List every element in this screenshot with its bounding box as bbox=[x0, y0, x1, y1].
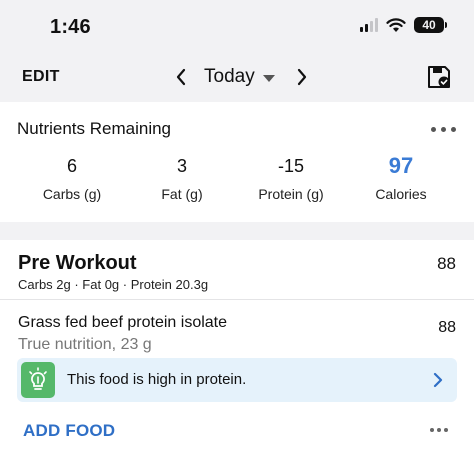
nutrient-protein: -15 Protein (g) bbox=[236, 152, 346, 202]
food-calories: 88 bbox=[438, 319, 456, 336]
meal-calories: 88 bbox=[437, 254, 456, 273]
nutrient-label: Fat (g) bbox=[161, 186, 203, 202]
date-selector[interactable]: Today bbox=[204, 66, 255, 88]
nutrient-label: Calories bbox=[375, 186, 427, 202]
nutrient-value: 6 bbox=[66, 156, 77, 176]
meal-macros: Carbs 2g · Fat 0g · Protein 20.3g bbox=[18, 277, 209, 292]
meal-title[interactable]: Pre Workout bbox=[18, 252, 137, 275]
nutrient-value: -15 bbox=[277, 156, 304, 176]
nutrient-calories: 97 Calories bbox=[346, 152, 456, 202]
nutrients-remaining-title: Nutrients Remaining bbox=[17, 119, 172, 138]
nutrient-value: 97 bbox=[388, 153, 414, 178]
food-name[interactable]: Grass fed beef protein isolate bbox=[18, 314, 227, 332]
next-day-chevron-icon[interactable] bbox=[291, 64, 313, 90]
nutrient-label: Carbs (g) bbox=[42, 186, 102, 202]
date-dropdown-icon[interactable] bbox=[262, 74, 275, 82]
divider bbox=[0, 299, 474, 300]
wifi-icon bbox=[386, 17, 406, 32]
status-icons: 40 bbox=[360, 17, 447, 33]
save-meal-icon[interactable] bbox=[426, 64, 452, 90]
nutrient-label: Protein (g) bbox=[258, 186, 324, 202]
edit-button[interactable]: EDIT bbox=[22, 68, 60, 86]
insight-text: This food is high in protein. bbox=[67, 371, 247, 388]
date-navigator: Today bbox=[170, 64, 313, 90]
food-insight-banner[interactable]: This food is high in protein. bbox=[17, 358, 457, 402]
food-description: True nutrition, 23 g bbox=[18, 336, 152, 353]
status-time: 1:46 bbox=[50, 16, 91, 38]
more-options-icon[interactable] bbox=[431, 127, 456, 132]
previous-day-chevron-icon[interactable] bbox=[170, 64, 192, 90]
battery-icon: 40 bbox=[414, 17, 447, 33]
nutrient-carbs: 6 Carbs (g) bbox=[17, 152, 127, 202]
meal-more-options-icon[interactable] bbox=[430, 428, 448, 432]
meal-card: Pre Workout 88 Carbs 2g · Fat 0g · Prote… bbox=[0, 240, 474, 451]
cellular-signal-icon bbox=[360, 18, 378, 32]
nutrient-value: 3 bbox=[176, 156, 187, 176]
battery-level: 40 bbox=[422, 18, 436, 32]
chevron-right-icon[interactable] bbox=[433, 372, 443, 388]
status-bar: 1:46 40 bbox=[0, 0, 474, 52]
add-food-button[interactable]: ADD FOOD bbox=[23, 421, 115, 441]
nutrient-fat: 3 Fat (g) bbox=[127, 152, 237, 202]
lightbulb-icon bbox=[21, 362, 55, 398]
nutrients-remaining-card: Nutrients Remaining 6 Carbs (g) 3 Fat (g… bbox=[0, 102, 474, 222]
nav-bar: EDIT Today bbox=[0, 52, 474, 102]
